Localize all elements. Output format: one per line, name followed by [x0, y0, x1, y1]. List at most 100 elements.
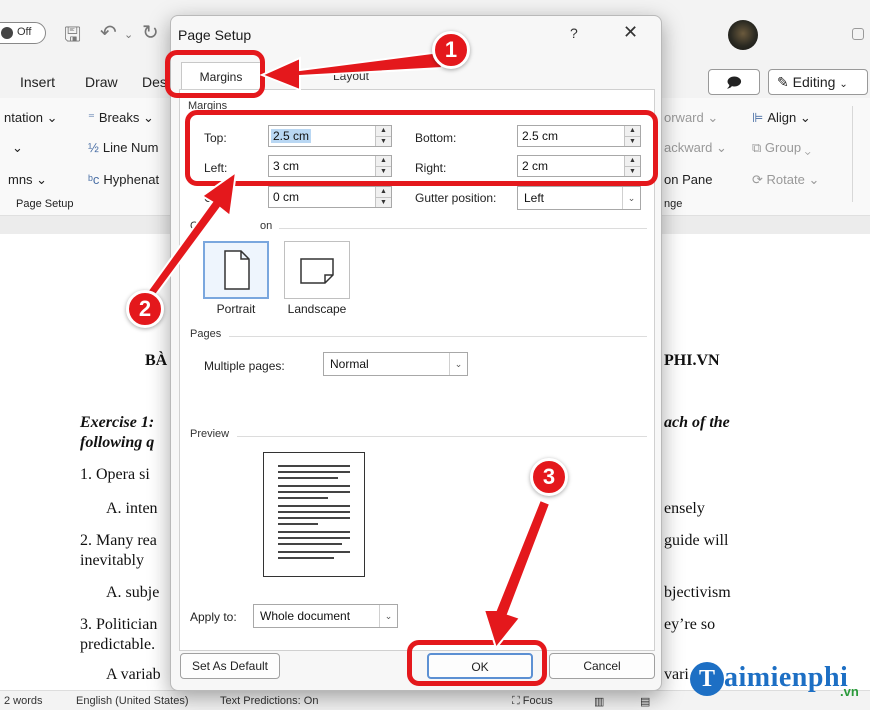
preview-line	[278, 551, 350, 553]
gutter-value: 0 cm	[273, 190, 300, 204]
step-badge-2: 2	[126, 290, 164, 328]
size-dropdown[interactable]: ⌄	[12, 140, 23, 156]
gutter-label: Gu	[204, 191, 221, 205]
print-layout-icon[interactable]: ▤	[640, 695, 650, 708]
portrait-option[interactable]	[203, 241, 269, 299]
breaks-button[interactable]: ⁼ Breaks ⌄	[88, 110, 154, 126]
line-numbers-icon: ½	[88, 140, 99, 155]
gutter-position-label: Gutter position:	[415, 191, 497, 205]
focus-button[interactable]: ⛶ Focus	[512, 695, 553, 708]
step-badge-3: 3	[530, 458, 568, 496]
rotate-icon: ⟳	[752, 172, 763, 187]
preview-line	[278, 523, 318, 525]
user-avatar[interactable]	[728, 20, 758, 50]
comments-button[interactable]: 🗩	[708, 69, 760, 95]
chevron-down-icon: ⌄	[839, 79, 848, 90]
spin-up-icon[interactable]: ▲	[376, 187, 391, 197]
breaks-icon: ⁼	[88, 110, 95, 125]
step-badge-1: 1	[432, 31, 470, 69]
line-numbers-button[interactable]: ½ Line Num	[88, 140, 158, 155]
bring-forward-button[interactable]: orward ⌄	[664, 110, 718, 126]
group-button[interactable]: ⧉ Group ⌄	[752, 140, 811, 156]
preview-line	[278, 517, 350, 519]
apply-to-value: Whole document	[260, 609, 351, 623]
autosave-toggle[interactable]: Off	[0, 22, 46, 44]
rotate-button[interactable]: ⟳ Rotate ⌄	[752, 172, 819, 188]
margins-tab-highlight	[165, 50, 265, 98]
landscape-icon	[300, 258, 334, 284]
multiple-pages-value: Normal	[330, 357, 369, 371]
landscape-option[interactable]	[284, 241, 350, 299]
tab-draw[interactable]: Draw	[85, 74, 118, 90]
undo-dropdown-icon[interactable]: ⌄	[124, 28, 133, 41]
doc-exercise-right: ach of the	[664, 414, 730, 431]
doc-line-5b: bjectivism	[664, 584, 731, 601]
logo-suffix: .vn	[840, 684, 859, 699]
text-predictions-status[interactable]: Text Predictions: On	[220, 695, 318, 707]
align-button[interactable]: ⊫ Align ⌄	[752, 110, 811, 126]
apply-to-label: Apply to:	[190, 610, 237, 624]
word-count[interactable]: 2 words	[4, 695, 43, 707]
editing-mode-button[interactable]: ✎ Editing ⌄	[768, 69, 868, 95]
chevron-down-icon: ⌄	[379, 605, 397, 627]
preview-line	[278, 491, 350, 493]
hyphenation-button[interactable]: ᵇc Hyphenat	[88, 172, 159, 187]
help-button[interactable]: ?	[570, 25, 578, 41]
close-button[interactable]: ✕	[623, 22, 638, 43]
spin-down-icon[interactable]: ▼	[376, 197, 391, 207]
read-mode-icon[interactable]: ▥	[594, 695, 604, 708]
language-status[interactable]: English (United States)	[76, 695, 189, 707]
columns-button[interactable]: mns ⌄	[8, 172, 47, 188]
bring-forward-label: orward	[664, 110, 704, 125]
tab-design[interactable]: Des	[142, 74, 167, 90]
taimienphi-watermark: T aimienphi .vn	[690, 660, 870, 700]
gutter-spinner[interactable]: 0 cm ▲ ▼	[268, 186, 392, 208]
preview-line	[278, 505, 350, 507]
send-backward-button[interactable]: ackward ⌄	[664, 140, 727, 156]
preview-group-label: Preview	[190, 428, 230, 440]
doc-line-7: predictable.	[80, 636, 156, 653]
doc-line-8a: A variab	[106, 666, 161, 683]
page-setup-group-label: Page Setup	[16, 198, 74, 210]
group-divider	[279, 228, 647, 229]
selection-pane-button[interactable]: on Pane	[664, 172, 712, 187]
gutter-position-value: Left	[524, 191, 545, 205]
restore-window-icon[interactable]	[852, 28, 864, 40]
tab-layout[interactable]: Layout	[311, 62, 391, 90]
portrait-icon	[224, 250, 250, 290]
orientation-label: ntation	[4, 110, 44, 125]
doc-heading-left: BÀ	[145, 352, 168, 369]
set-as-default-button[interactable]: Set As Default	[180, 653, 280, 679]
editing-label: Editing	[792, 74, 836, 90]
landscape-label[interactable]: Landscape	[279, 302, 355, 316]
doc-line-2b: ensely	[664, 500, 705, 517]
cancel-button[interactable]: Cancel	[549, 653, 655, 679]
save-icon[interactable]: 🖫	[64, 20, 81, 54]
hyphenation-label: Hyphenat	[103, 172, 160, 187]
doc-exercise-title: Exercise 1:	[80, 414, 155, 431]
align-label: Align	[767, 110, 797, 125]
preview-line	[278, 497, 328, 499]
logo-letter: T	[690, 662, 724, 696]
preview-line	[278, 465, 350, 467]
orientation-group-label-a: O	[190, 220, 199, 232]
comment-icon: 🗩	[726, 74, 742, 90]
redo-icon[interactable]: ↻	[142, 20, 159, 45]
group-divider	[229, 336, 647, 337]
undo-icon[interactable]: ↶	[100, 20, 117, 45]
multiple-pages-dropdown[interactable]: Normal ⌄	[323, 352, 468, 376]
tab-insert[interactable]: Insert	[20, 74, 55, 90]
group-icon: ⧉	[752, 140, 762, 155]
orientation-button[interactable]: ntation ⌄	[4, 110, 58, 126]
preview-line	[278, 531, 350, 533]
multiple-pages-label: Multiple pages:	[204, 359, 285, 373]
group-divider	[237, 436, 647, 437]
doc-line-3b: guide will	[664, 532, 729, 549]
gutter-position-dropdown[interactable]: Left ⌄	[517, 186, 641, 210]
chevron-down-icon: ⌄	[622, 187, 640, 209]
logo-text: aimienphi	[724, 662, 849, 693]
portrait-label[interactable]: Portrait	[203, 302, 269, 316]
apply-to-dropdown[interactable]: Whole document ⌄	[253, 604, 398, 628]
send-backward-label: ackward	[664, 140, 713, 155]
ribbon-separator	[852, 106, 853, 202]
